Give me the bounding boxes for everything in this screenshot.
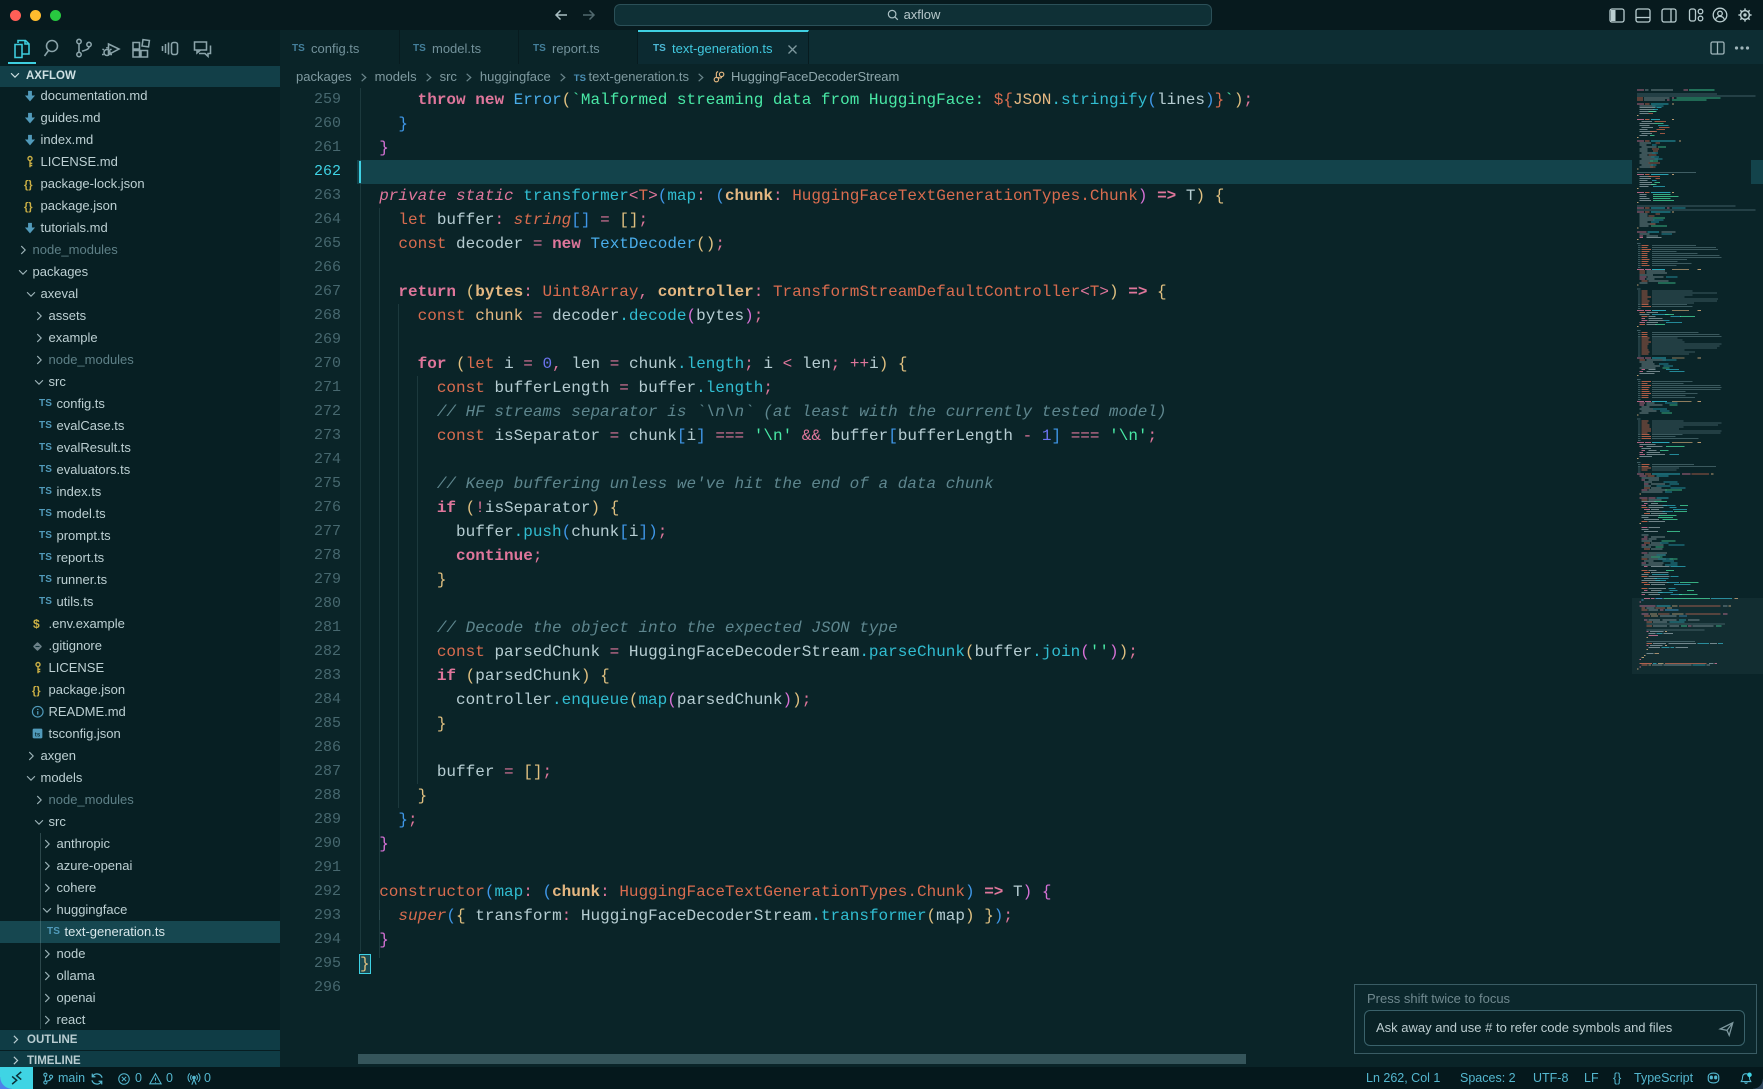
svg-text:ts: ts (35, 731, 41, 738)
